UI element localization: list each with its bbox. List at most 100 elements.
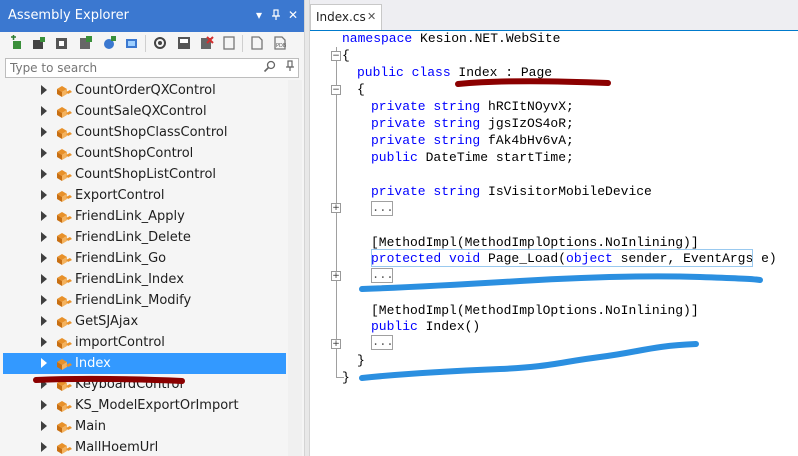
search-box [5,58,299,78]
expand-method-icon[interactable]: + [331,203,341,213]
collapsed-body[interactable]: ... [371,201,394,216]
tree-item[interactable]: CountShopListControl [3,164,286,185]
expand-arrow-icon[interactable] [41,358,47,368]
tree-item-label: FriendLink_Apply [75,209,185,224]
tree-item-label: FriendLink_Delete [75,230,191,245]
class-icon [55,125,73,141]
open-nuget-icon[interactable] [54,35,70,51]
expand-arrow-icon[interactable] [41,421,47,431]
tree-item-label: FriendLink_Modify [75,293,192,308]
open-from-gac-icon[interactable] [101,35,117,51]
tree-item-label: CountShopListControl [75,167,217,182]
class-icon [55,398,73,414]
save-list-icon[interactable] [176,35,192,51]
tree-item[interactable]: FriendLink_Index [3,269,286,290]
search-input[interactable] [10,60,250,76]
expand-arrow-icon[interactable] [41,316,47,326]
decompile-icon[interactable] [249,35,265,51]
code-line: public DateTime startTime; [371,149,574,166]
code-line: { [357,81,365,98]
pdb-icon[interactable]: PDB [272,35,288,51]
expand-arrow-icon[interactable] [41,400,47,410]
constructor-name: Index() [417,319,481,334]
tree-item[interactable]: Main [3,416,286,437]
vertical-scrollbar[interactable] [288,80,302,456]
open-folder-icon[interactable] [78,35,94,51]
tree-item[interactable]: MallHoemUrl [3,437,286,456]
tree-item[interactable]: Index [3,353,286,374]
expand-arrow-icon[interactable] [41,190,47,200]
code-editor[interactable]: − − + + + namespace Kesion.NET.WebSite {… [310,31,798,456]
expand-arrow-icon[interactable] [41,85,47,95]
keyword: private string [371,99,481,114]
assembly-explorer-panel: Assembly Explorer ▾ ✕ PDB CountOrderQXCo… [0,0,304,456]
collapsed-body[interactable]: ... [371,335,394,350]
pin-icon[interactable] [268,6,284,24]
expand-arrow-icon[interactable] [41,127,47,137]
open-icon[interactable] [31,35,47,51]
code-line: private string IsVisitorMobileDevice [371,183,652,200]
close-tab-icon[interactable]: ✕ [367,10,376,23]
expand-arrow-icon[interactable] [41,379,47,389]
tree-item-label: FriendLink_Index [75,272,184,287]
add-assembly-icon[interactable] [9,35,25,51]
expand-arrow-icon[interactable] [41,106,47,116]
tree-item-label: GetSJAjax [75,314,139,329]
tab-index-cs[interactable]: Index.cs ✕ [310,4,382,30]
expand-arrow-icon[interactable] [41,169,47,179]
expand-arrow-icon[interactable] [41,295,47,305]
tree-item[interactable]: FriendLink_Apply [3,206,286,227]
pin-icon[interactable] [282,60,298,76]
tree-item[interactable]: importControl [3,332,286,353]
attribute: [MethodImpl(MethodImplOptions.NoInlining… [371,235,699,250]
search-options-icon[interactable] [262,60,278,76]
expand-arrow-icon[interactable] [41,253,47,263]
keyword: private string [371,116,481,131]
expand-arrow-icon[interactable] [41,337,47,347]
tree-item[interactable]: GetSJAjax [3,311,286,332]
toolbar-separator [145,35,146,52]
tree-item-label: importControl [75,335,165,350]
keyword: public [371,319,418,334]
dropdown-icon[interactable]: ▾ [251,6,267,24]
expand-method-icon[interactable]: + [331,271,341,281]
collapsed-body[interactable]: ... [371,268,394,283]
keyword: private string [371,133,481,148]
expand-method-icon[interactable]: + [331,339,341,349]
expand-arrow-icon[interactable] [41,274,47,284]
code-line: public class Index : Page [357,64,552,81]
tree-item[interactable]: FriendLink_Modify [3,290,286,311]
toolbar-separator [242,35,243,52]
collapse-namespace-icon[interactable]: − [331,51,341,61]
assembly-tree: CountOrderQXControl CountSaleQXControl Cou… [0,80,286,456]
field-name: fAk4bHv6vA; [480,133,574,148]
class-icon [55,230,73,246]
tree-item[interactable]: KS_ModelExportOrImport [3,395,286,416]
tree-item[interactable]: FriendLink_Delete [3,227,286,248]
tree-item[interactable]: KeyboardControl [3,374,286,395]
tree-item[interactable]: FriendLink_Go [3,248,286,269]
expand-arrow-icon[interactable] [41,442,47,452]
tree-item[interactable]: ExportControl [3,185,286,206]
expand-arrow-icon[interactable] [41,232,47,242]
class-icon [55,272,73,288]
editor-tab-strip: Index.cs ✕ [310,0,798,30]
tree-item-label: CountShopControl [75,146,194,161]
collapse-class-icon[interactable]: − [331,85,341,95]
open-process-icon[interactable] [124,35,140,51]
tree-item[interactable]: CountShopControl [3,143,286,164]
attribute: [MethodImpl(MethodImplOptions.NoInlining… [371,303,699,318]
tree-item-label: Main [75,419,107,434]
tree-item-label: ExportControl [75,188,165,203]
expand-arrow-icon[interactable] [41,148,47,158]
tree-item[interactable]: CountOrderQXControl [3,80,286,101]
namespace-name: Kesion.NET.WebSite [412,31,561,46]
tree-item-label: CountShopClassControl [75,125,228,140]
tree-item[interactable]: CountShopClassControl [3,122,286,143]
remove-icon[interactable] [199,35,215,51]
export-icon[interactable] [221,35,237,51]
expand-arrow-icon[interactable] [41,211,47,221]
tree-item[interactable]: CountSaleQXControl [3,101,286,122]
options-icon[interactable] [152,35,168,51]
close-icon[interactable]: ✕ [285,6,301,24]
